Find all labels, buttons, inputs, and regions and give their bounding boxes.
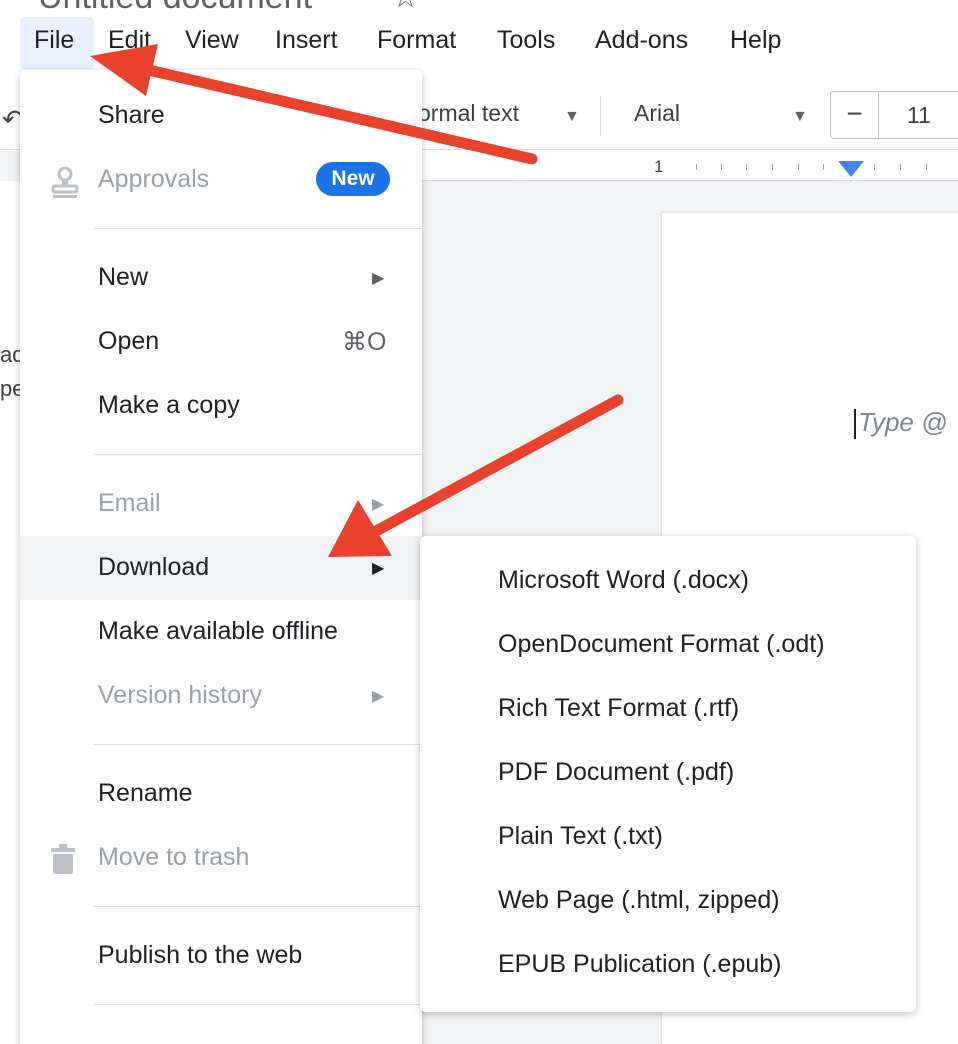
annotation-arrows <box>90 44 624 557</box>
arrow-to-file-menu <box>90 44 538 165</box>
arrow-to-download <box>328 394 624 557</box>
